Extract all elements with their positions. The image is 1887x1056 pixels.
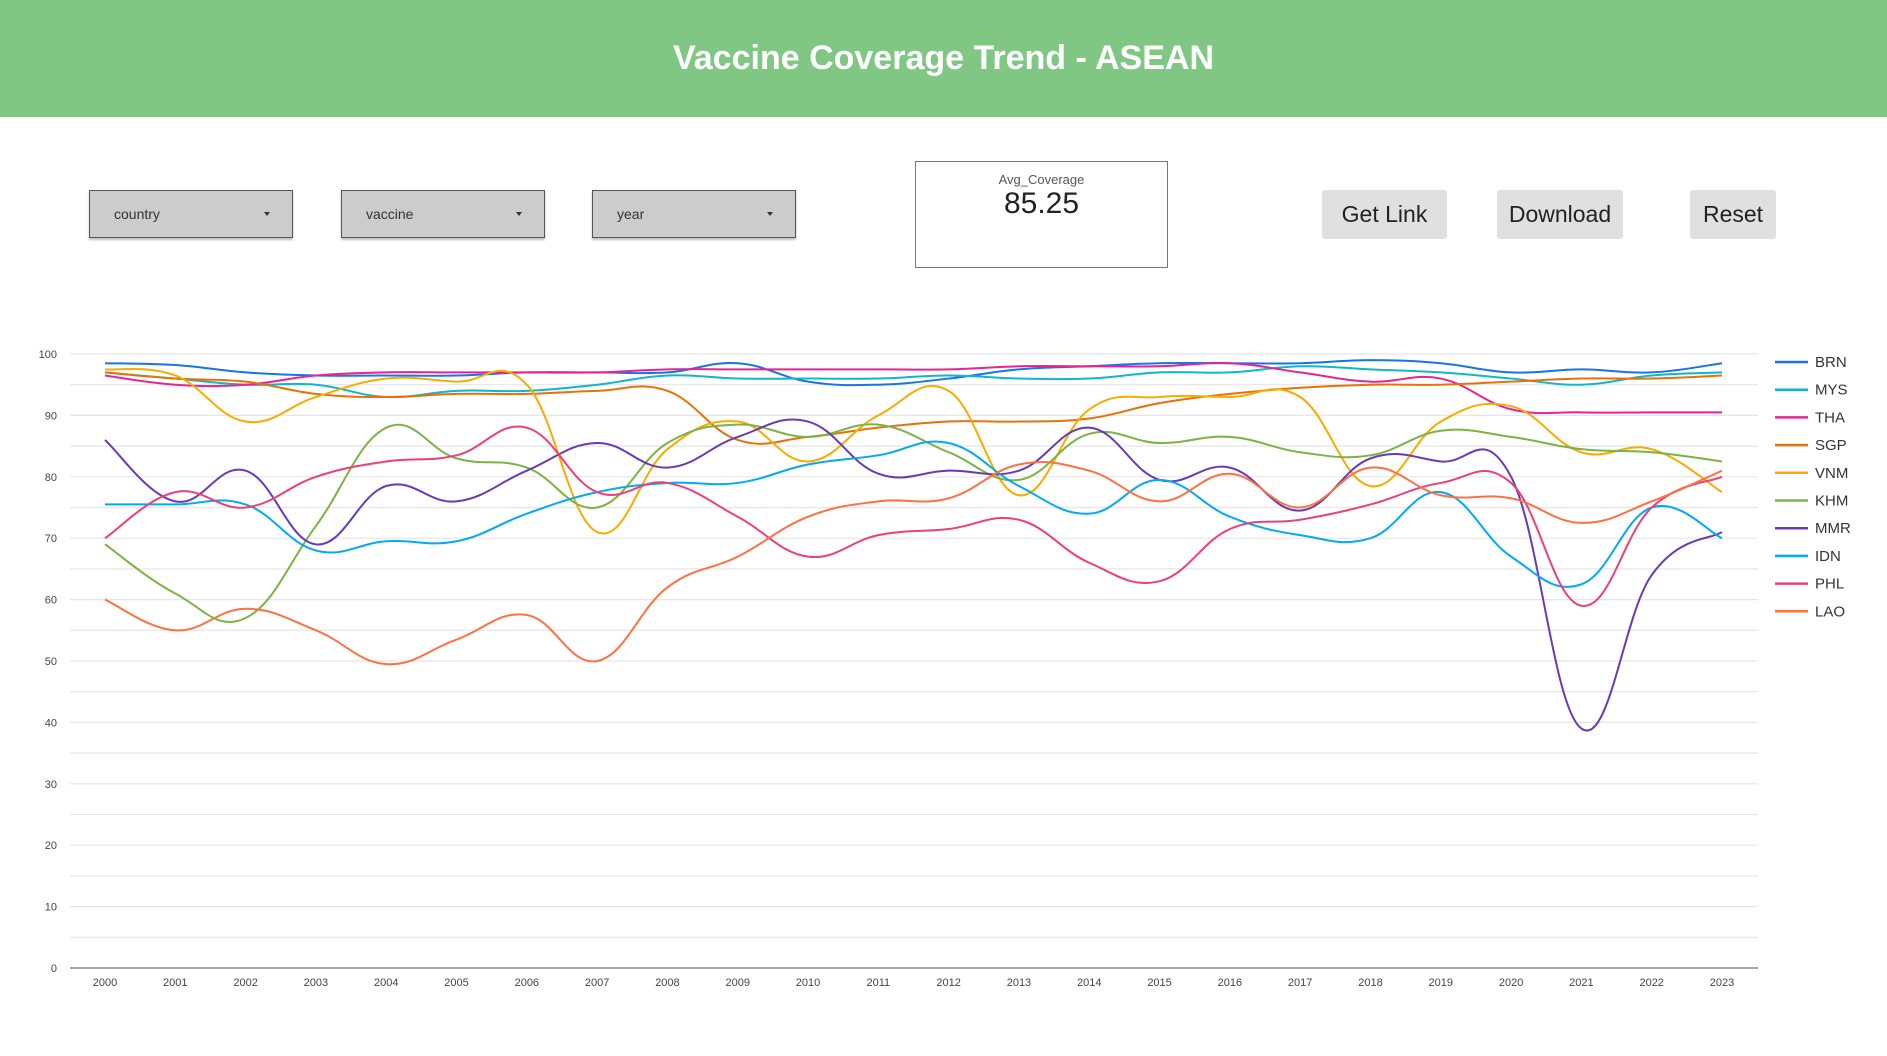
get-link-button[interactable]: Get Link [1322, 190, 1447, 239]
y-tick-label: 80 [45, 472, 57, 484]
series-line-idn[interactable] [104, 440, 1723, 588]
year-filter-label: year [617, 206, 645, 222]
vaccine-filter-dropdown[interactable]: vaccine [341, 190, 545, 238]
legend-label: LAO [1815, 603, 1845, 620]
x-tick-label: 2005 [444, 977, 468, 989]
legend-item-idn[interactable]: IDN [1775, 548, 1841, 565]
dashboard-header: Vaccine Coverage Trend - ASEAN [0, 0, 1887, 117]
x-tick-label: 2012 [936, 977, 960, 989]
line-chart-svg: 0102030405060708090100 2000 2001 2002 2003 2… [39, 349, 1851, 989]
legend-label: KHM [1815, 493, 1848, 510]
y-tick-label: 70 [45, 533, 57, 545]
x-tick-label: 2023 [1710, 977, 1734, 989]
legend-item-mys[interactable]: MYS [1775, 382, 1848, 399]
series-line-mmr[interactable] [104, 418, 1723, 732]
series-line-phl[interactable] [104, 425, 1723, 607]
chevron-down-icon [516, 212, 522, 216]
x-tick-label: 2021 [1569, 977, 1593, 989]
scorecard-label: Avg_Coverage [998, 172, 1085, 187]
x-tick-label: 2016 [1218, 977, 1242, 989]
y-tick-label: 40 [45, 717, 57, 729]
x-tick-label: 2018 [1358, 977, 1382, 989]
legend-item-khm[interactable]: KHM [1775, 493, 1848, 510]
x-tick-label: 2004 [374, 977, 398, 989]
legend: BRN MYS THA SGP VNM KHM MMR IDN PHL LAO [1775, 354, 1851, 620]
legend-label: SGP [1815, 437, 1847, 454]
reset-button[interactable]: Reset [1690, 190, 1776, 239]
x-axis-ticks: 2000 2001 2002 2003 2004 2005 2006 2007 2008 2009… [93, 977, 1734, 989]
legend-item-mmr[interactable]: MMR [1775, 520, 1851, 537]
x-tick-label: 2008 [655, 977, 679, 989]
legend-item-lao[interactable]: LAO [1775, 603, 1845, 620]
year-filter-dropdown[interactable]: year [592, 190, 796, 238]
x-tick-label: 2003 [304, 977, 328, 989]
x-tick-label: 2017 [1288, 977, 1312, 989]
legend-label: BRN [1815, 354, 1847, 371]
dashboard-title: Vaccine Coverage Trend - ASEAN [672, 39, 1215, 77]
chevron-down-icon [767, 212, 773, 216]
legend-item-tha[interactable]: THA [1775, 409, 1845, 426]
y-tick-label: 90 [45, 410, 57, 422]
legend-item-phl[interactable]: PHL [1775, 576, 1844, 593]
avg-coverage-scorecard: Avg_Coverage 85.25 [915, 161, 1168, 268]
vaccine-filter-label: vaccine [366, 206, 414, 222]
x-tick-label: 2011 [867, 977, 891, 989]
legend-label: MMR [1815, 520, 1851, 537]
x-tick-label: 2020 [1499, 977, 1523, 989]
x-tick-label: 2001 [163, 977, 187, 989]
legend-label: VNM [1815, 465, 1848, 482]
legend-label: MYS [1815, 382, 1848, 399]
x-tick-label: 2009 [725, 977, 749, 989]
y-tick-label: 30 [45, 779, 57, 791]
chevron-down-icon [264, 212, 270, 216]
y-tick-label: 0 [51, 963, 57, 975]
country-filter-label: country [114, 206, 160, 222]
x-tick-label: 2002 [233, 977, 257, 989]
x-tick-label: 2000 [93, 977, 117, 989]
legend-label: PHL [1815, 576, 1844, 593]
legend-item-vnm[interactable]: VNM [1775, 465, 1848, 482]
x-tick-label: 2022 [1639, 977, 1663, 989]
scorecard-value: 85.25 [1003, 187, 1080, 220]
series-line-lao[interactable] [104, 461, 1723, 666]
x-tick-label: 2010 [796, 977, 820, 989]
y-axis-ticks: 0 10 20 30 40 50 60 70 80 90 100 [39, 349, 57, 975]
legend-label: THA [1815, 409, 1845, 426]
legend-item-sgp[interactable]: SGP [1775, 437, 1847, 454]
x-tick-label: 2015 [1147, 977, 1171, 989]
x-tick-label: 2007 [585, 977, 609, 989]
x-tick-label: 2019 [1429, 977, 1453, 989]
y-tick-label: 100 [39, 349, 57, 361]
x-tick-label: 2006 [515, 977, 539, 989]
series-line-vnm[interactable] [104, 367, 1723, 535]
y-tick-label: 50 [45, 656, 57, 668]
y-tick-label: 10 [45, 902, 57, 914]
y-tick-label: 20 [45, 840, 57, 852]
legend-item-brn[interactable]: BRN [1775, 354, 1847, 371]
country-filter-dropdown[interactable]: country [89, 190, 293, 238]
x-tick-label: 2013 [1007, 977, 1031, 989]
download-button[interactable]: Download [1497, 190, 1623, 239]
legend-label: IDN [1815, 548, 1841, 565]
x-tick-label: 2014 [1077, 977, 1101, 989]
line-chart: 0 10 20 30 40 50 60 70 80 90 100 2000 2001 2002 2003 2… [0, 330, 1887, 1010]
y-tick-label: 60 [45, 595, 57, 607]
